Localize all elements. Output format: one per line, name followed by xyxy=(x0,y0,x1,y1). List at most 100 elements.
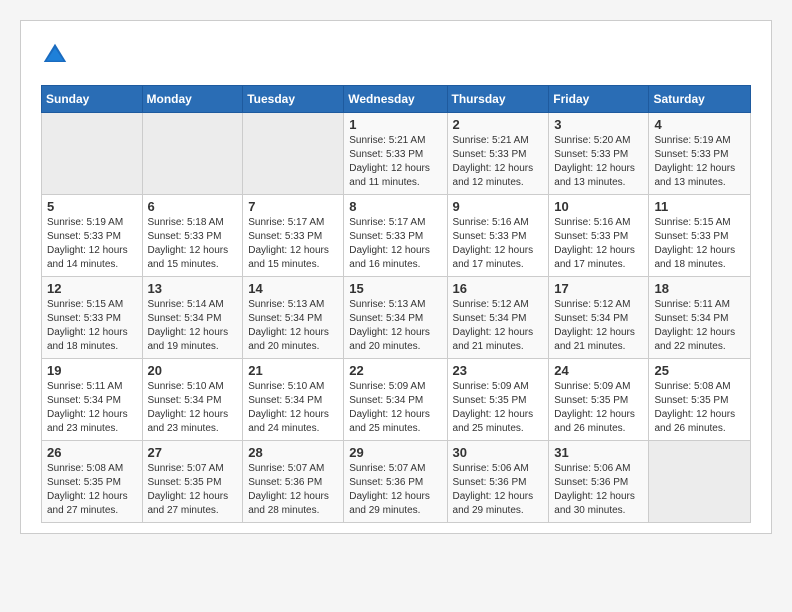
day-number: 25 xyxy=(654,363,745,378)
day-info: Sunrise: 5:17 AM Sunset: 5:33 PM Dayligh… xyxy=(349,216,441,272)
day-info: Sunrise: 5:15 AM Sunset: 5:33 PM Dayligh… xyxy=(47,298,137,354)
day-header-saturday: Saturday xyxy=(649,86,751,113)
day-number: 2 xyxy=(453,117,544,132)
day-number: 19 xyxy=(47,363,137,378)
day-number: 16 xyxy=(453,281,544,296)
calendar-cell: 25 Sunrise: 5:08 AM Sunset: 5:35 PM Dayli… xyxy=(649,359,751,441)
day-number: 22 xyxy=(349,363,441,378)
day-number: 26 xyxy=(47,445,137,460)
day-info: Sunrise: 5:07 AM Sunset: 5:36 PM Dayligh… xyxy=(349,462,441,518)
day-number: 14 xyxy=(248,281,338,296)
calendar-cell: 22 Sunrise: 5:09 AM Sunset: 5:34 PM Dayli… xyxy=(344,359,447,441)
calendar-cell: 6 Sunrise: 5:18 AM Sunset: 5:33 PM Daylig… xyxy=(142,195,243,277)
calendar-cell: 27 Sunrise: 5:07 AM Sunset: 5:35 PM Dayli… xyxy=(142,441,243,523)
calendar-cell: 11 Sunrise: 5:15 AM Sunset: 5:33 PM Dayli… xyxy=(649,195,751,277)
calendar-cell: 9 Sunrise: 5:16 AM Sunset: 5:33 PM Daylig… xyxy=(447,195,549,277)
calendar-cell xyxy=(649,441,751,523)
logo xyxy=(41,41,75,69)
calendar-cell: 18 Sunrise: 5:11 AM Sunset: 5:34 PM Dayli… xyxy=(649,277,751,359)
day-info: Sunrise: 5:06 AM Sunset: 5:36 PM Dayligh… xyxy=(554,462,643,518)
day-info: Sunrise: 5:10 AM Sunset: 5:34 PM Dayligh… xyxy=(248,380,338,436)
day-number: 6 xyxy=(148,199,238,214)
calendar-cell: 12 Sunrise: 5:15 AM Sunset: 5:33 PM Dayli… xyxy=(42,277,143,359)
calendar-cell: 17Sunrise: 5:12 AM Sunset: 5:34 PM Dayli… xyxy=(549,277,649,359)
day-info: Sunrise: 5:08 AM Sunset: 5:35 PM Dayligh… xyxy=(654,380,745,436)
calendar-table: SundayMondayTuesdayWednesdayThursdayFrid… xyxy=(41,85,751,523)
header-row: SundayMondayTuesdayWednesdayThursdayFrid… xyxy=(42,86,751,113)
calendar-cell xyxy=(142,113,243,195)
day-info: Sunrise: 5:18 AM Sunset: 5:33 PM Dayligh… xyxy=(148,216,238,272)
day-info: Sunrise: 5:12 AM Sunset: 5:34 PM Dayligh… xyxy=(453,298,544,354)
calendar-cell: 30 Sunrise: 5:06 AM Sunset: 5:36 PM Dayli… xyxy=(447,441,549,523)
week-row-4: 19 Sunrise: 5:11 AM Sunset: 5:34 PM Dayli… xyxy=(42,359,751,441)
calendar-cell: 31 Sunrise: 5:06 AM Sunset: 5:36 PM Dayli… xyxy=(549,441,649,523)
calendar-cell: 3 Sunrise: 5:20 AM Sunset: 5:33 PM Daylig… xyxy=(549,113,649,195)
day-header-tuesday: Tuesday xyxy=(243,86,344,113)
day-number: 4 xyxy=(654,117,745,132)
day-number: 8 xyxy=(349,199,441,214)
day-number: 20 xyxy=(148,363,238,378)
day-header-thursday: Thursday xyxy=(447,86,549,113)
day-number: 31 xyxy=(554,445,643,460)
day-info: Sunrise: 5:19 AM Sunset: 5:33 PM Dayligh… xyxy=(654,134,745,190)
day-info: Sunrise: 5:09 AM Sunset: 5:35 PM Dayligh… xyxy=(554,380,643,436)
calendar-cell: 4 Sunrise: 5:19 AM Sunset: 5:33 PM Daylig… xyxy=(649,113,751,195)
day-number: 21 xyxy=(248,363,338,378)
logo-icon xyxy=(41,41,69,69)
calendar-cell: 7Sunrise: 5:17 AM Sunset: 5:33 PM Daylig… xyxy=(243,195,344,277)
day-info: Sunrise: 5:16 AM Sunset: 5:33 PM Dayligh… xyxy=(554,216,643,272)
day-number: 9 xyxy=(453,199,544,214)
day-info: Sunrise: 5:13 AM Sunset: 5:34 PM Dayligh… xyxy=(248,298,338,354)
week-row-1: 1Sunrise: 5:21 AM Sunset: 5:33 PM Daylig… xyxy=(42,113,751,195)
day-number: 12 xyxy=(47,281,137,296)
day-info: Sunrise: 5:08 AM Sunset: 5:35 PM Dayligh… xyxy=(47,462,137,518)
day-number: 11 xyxy=(654,199,745,214)
day-info: Sunrise: 5:14 AM Sunset: 5:34 PM Dayligh… xyxy=(148,298,238,354)
day-header-wednesday: Wednesday xyxy=(344,86,447,113)
day-number: 27 xyxy=(148,445,238,460)
day-info: Sunrise: 5:13 AM Sunset: 5:34 PM Dayligh… xyxy=(349,298,441,354)
calendar-cell: 1Sunrise: 5:21 AM Sunset: 5:33 PM Daylig… xyxy=(344,113,447,195)
calendar-cell: 26 Sunrise: 5:08 AM Sunset: 5:35 PM Dayli… xyxy=(42,441,143,523)
calendar-cell: 14 Sunrise: 5:13 AM Sunset: 5:34 PM Dayli… xyxy=(243,277,344,359)
day-info: Sunrise: 5:11 AM Sunset: 5:34 PM Dayligh… xyxy=(47,380,137,436)
day-info: Sunrise: 5:10 AM Sunset: 5:34 PM Dayligh… xyxy=(148,380,238,436)
day-info: Sunrise: 5:07 AM Sunset: 5:35 PM Dayligh… xyxy=(148,462,238,518)
day-info: Sunrise: 5:17 AM Sunset: 5:33 PM Dayligh… xyxy=(248,216,338,272)
calendar-cell xyxy=(243,113,344,195)
calendar-cell: 8 Sunrise: 5:17 AM Sunset: 5:33 PM Daylig… xyxy=(344,195,447,277)
calendar-cell: 28Sunrise: 5:07 AM Sunset: 5:36 PM Dayli… xyxy=(243,441,344,523)
day-info: Sunrise: 5:09 AM Sunset: 5:35 PM Dayligh… xyxy=(453,380,544,436)
day-number: 30 xyxy=(453,445,544,460)
week-row-3: 12 Sunrise: 5:15 AM Sunset: 5:33 PM Dayli… xyxy=(42,277,751,359)
day-number: 18 xyxy=(654,281,745,296)
day-number: 29 xyxy=(349,445,441,460)
day-info: Sunrise: 5:20 AM Sunset: 5:33 PM Dayligh… xyxy=(554,134,643,190)
calendar-cell: 5 Sunrise: 5:19 AM Sunset: 5:33 PM Daylig… xyxy=(42,195,143,277)
calendar-cell: 21 Sunrise: 5:10 AM Sunset: 5:34 PM Dayli… xyxy=(243,359,344,441)
calendar-cell: 29 Sunrise: 5:07 AM Sunset: 5:36 PM Dayli… xyxy=(344,441,447,523)
calendar-cell: 15Sunrise: 5:13 AM Sunset: 5:34 PM Dayli… xyxy=(344,277,447,359)
calendar-cell: 20 Sunrise: 5:10 AM Sunset: 5:34 PM Dayli… xyxy=(142,359,243,441)
day-info: Sunrise: 5:11 AM Sunset: 5:34 PM Dayligh… xyxy=(654,298,745,354)
day-info: Sunrise: 5:07 AM Sunset: 5:36 PM Dayligh… xyxy=(248,462,338,518)
day-info: Sunrise: 5:19 AM Sunset: 5:33 PM Dayligh… xyxy=(47,216,137,272)
day-number: 5 xyxy=(47,199,137,214)
calendar-cell: 16 Sunrise: 5:12 AM Sunset: 5:34 PM Dayli… xyxy=(447,277,549,359)
day-info: Sunrise: 5:16 AM Sunset: 5:33 PM Dayligh… xyxy=(453,216,544,272)
day-info: Sunrise: 5:06 AM Sunset: 5:36 PM Dayligh… xyxy=(453,462,544,518)
calendar-cell: 10 Sunrise: 5:16 AM Sunset: 5:33 PM Dayli… xyxy=(549,195,649,277)
day-info: Sunrise: 5:09 AM Sunset: 5:34 PM Dayligh… xyxy=(349,380,441,436)
day-number: 10 xyxy=(554,199,643,214)
day-number: 3 xyxy=(554,117,643,132)
day-info: Sunrise: 5:15 AM Sunset: 5:33 PM Dayligh… xyxy=(654,216,745,272)
calendar-cell: 23Sunrise: 5:09 AM Sunset: 5:35 PM Dayli… xyxy=(447,359,549,441)
day-number: 1 xyxy=(349,117,441,132)
calendar-cell xyxy=(42,113,143,195)
day-header-sunday: Sunday xyxy=(42,86,143,113)
header xyxy=(41,41,751,69)
day-header-friday: Friday xyxy=(549,86,649,113)
calendar-cell: 19 Sunrise: 5:11 AM Sunset: 5:34 PM Dayli… xyxy=(42,359,143,441)
day-number: 17 xyxy=(554,281,643,296)
day-number: 13 xyxy=(148,281,238,296)
